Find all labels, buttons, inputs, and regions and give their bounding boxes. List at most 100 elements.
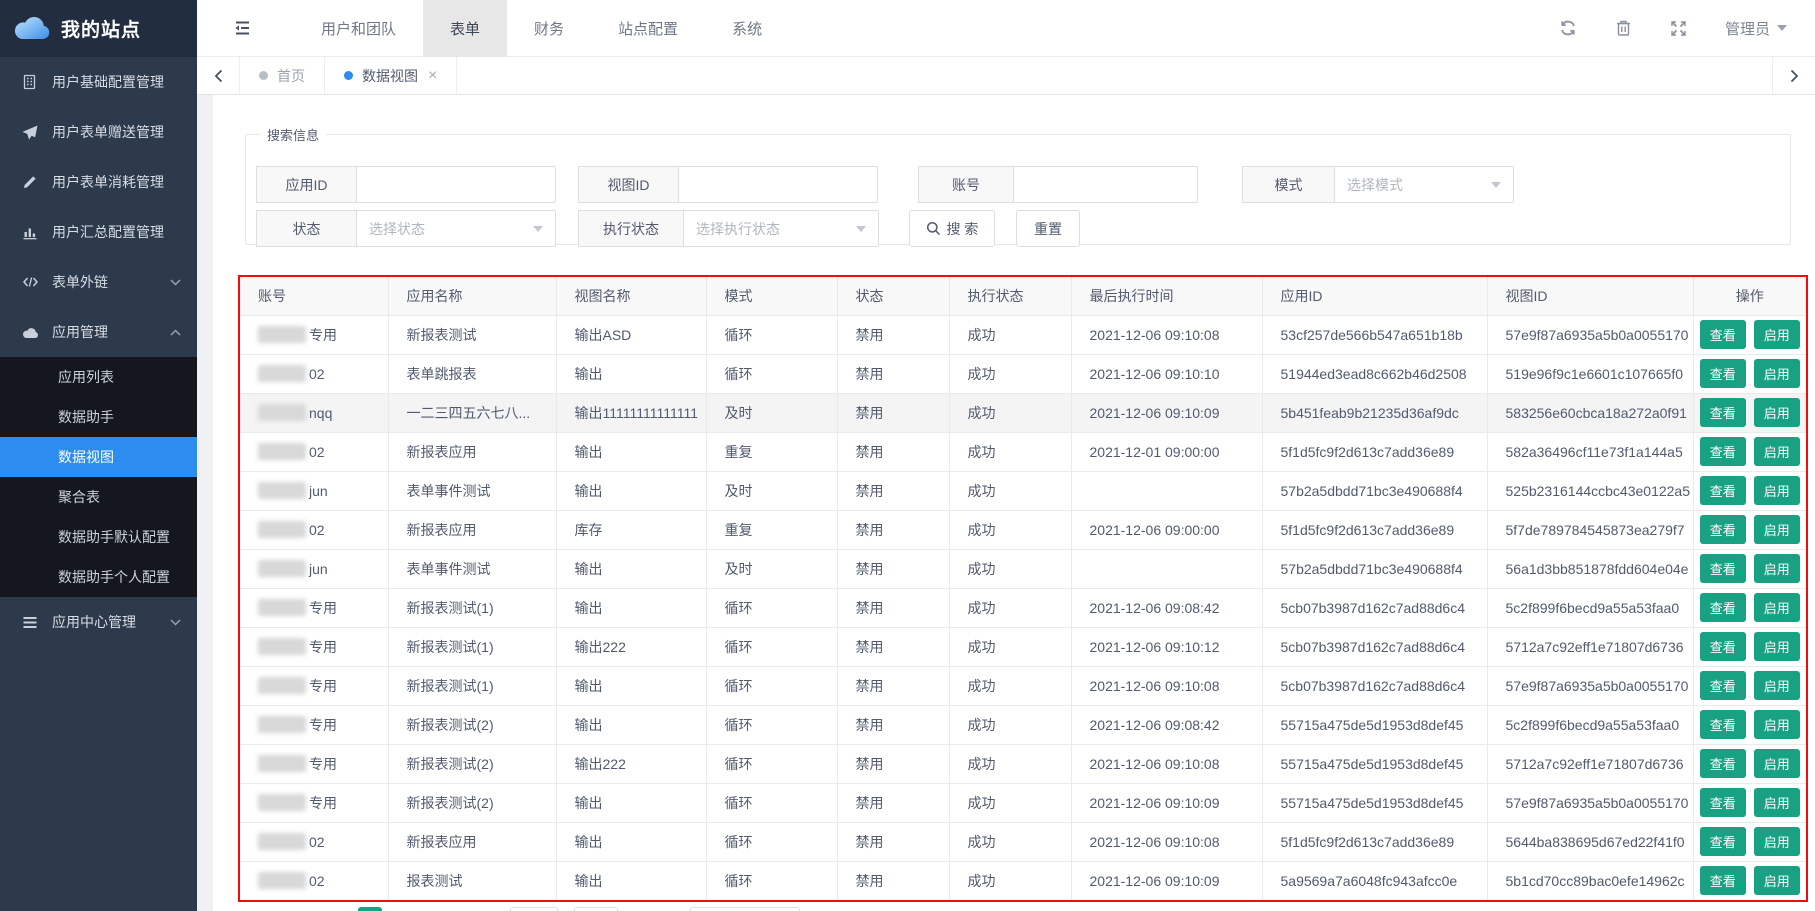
pagination (238, 907, 1808, 911)
sidebar-item[interactable]: 应用管理 (0, 307, 197, 357)
mode-select[interactable]: 选择模式 (1334, 166, 1514, 203)
cloud-icon (22, 324, 40, 340)
page-tab[interactable]: 数据视图× (325, 57, 457, 94)
table-cell: 新报表测试(2) (388, 705, 556, 744)
reset-button[interactable]: 重置 (1016, 210, 1080, 247)
sidebar-item[interactable]: 应用中心管理 (0, 597, 197, 647)
sidebar-subitem[interactable]: 数据视图 (0, 437, 197, 477)
enable-button[interactable]: 启用 (1754, 398, 1800, 427)
account-suffix: jun (309, 483, 328, 499)
view-button[interactable]: 查看 (1700, 398, 1746, 427)
view-button[interactable]: 查看 (1700, 827, 1746, 856)
table-cell: 重复 (706, 510, 837, 549)
redacted-account (258, 794, 306, 811)
enable-button[interactable]: 启用 (1754, 866, 1800, 895)
enable-button[interactable]: 启用 (1754, 320, 1800, 349)
exec-status-select[interactable]: 选择执行状态 (683, 210, 879, 247)
sidebar-subitem[interactable]: 应用列表 (0, 357, 197, 397)
sidebar-item-label: 用户表单消耗管理 (52, 172, 181, 192)
enable-button[interactable]: 启用 (1754, 749, 1800, 778)
enable-button[interactable]: 启用 (1754, 593, 1800, 622)
sidebar-item[interactable]: 用户基础配置管理 (0, 57, 197, 107)
table-cell (1071, 549, 1262, 588)
trash-icon[interactable] (1615, 19, 1632, 37)
top-nav-tab[interactable]: 表单 (423, 0, 507, 57)
enable-button[interactable]: 启用 (1754, 437, 1800, 466)
view-button[interactable]: 查看 (1700, 476, 1746, 505)
fullscreen-icon[interactable] (1670, 20, 1687, 37)
table-cell: 新报表应用 (388, 822, 556, 861)
table-cell: 2021-12-06 09:08:42 (1071, 705, 1262, 744)
search-field-status: 状态选择状态 (256, 210, 556, 247)
content-card: 搜索信息 应用ID视图ID账号模式选择模式 状态选择状态执行状态选择执行状态 搜… (213, 95, 1815, 911)
view-button[interactable]: 查看 (1700, 632, 1746, 661)
top-nav-tab[interactable]: 财务 (507, 0, 591, 57)
view-button[interactable]: 查看 (1700, 437, 1746, 466)
refresh-icon[interactable] (1559, 19, 1577, 37)
view-button[interactable]: 查看 (1700, 593, 1746, 622)
view-button[interactable]: 查看 (1700, 671, 1746, 700)
sidebar-item-label: 表单外链 (52, 272, 158, 292)
view-id-input[interactable] (678, 166, 878, 203)
sidebar-subitem[interactable]: 数据助手默认配置 (0, 517, 197, 557)
enable-button[interactable]: 启用 (1754, 788, 1800, 817)
user-menu[interactable]: 管理员 (1725, 18, 1787, 39)
table-cell: 输出 (556, 549, 706, 588)
view-button[interactable]: 查看 (1700, 320, 1746, 349)
enable-button[interactable]: 启用 (1754, 827, 1800, 856)
table-row: 02表单跳报表输出循环禁用成功2021-12-06 09:10:1051944e… (240, 354, 1806, 393)
view-button[interactable]: 查看 (1700, 788, 1746, 817)
tab-close-icon[interactable]: × (428, 68, 437, 84)
account-cell: 02 (240, 354, 388, 393)
enable-button[interactable]: 启用 (1754, 359, 1800, 388)
site-logo: 我的站点 (0, 0, 197, 57)
enable-button[interactable]: 启用 (1754, 476, 1800, 505)
table-cell: 57b2a5dbdd71bc3e490688f4 (1262, 549, 1487, 588)
view-button[interactable]: 查看 (1700, 515, 1746, 544)
table-cell: 表单事件测试 (388, 549, 556, 588)
table-cell: 新报表应用 (388, 432, 556, 471)
sidebar-subitem[interactable]: 数据助手 (0, 397, 197, 437)
pagination-active-page[interactable] (358, 907, 382, 911)
view-button[interactable]: 查看 (1700, 866, 1746, 895)
view-button[interactable]: 查看 (1700, 749, 1746, 778)
table-cell: 输出222 (556, 627, 706, 666)
sidebar-item[interactable]: 用户汇总配置管理 (0, 207, 197, 257)
table-cell: 成功 (949, 666, 1071, 705)
view-button[interactable]: 查看 (1700, 554, 1746, 583)
action-cell: 查看启用 (1693, 822, 1806, 861)
account-suffix: 02 (309, 444, 325, 460)
view-button[interactable]: 查看 (1700, 359, 1746, 388)
table-cell: 成功 (949, 861, 1071, 900)
sidebar-subitem[interactable]: 聚合表 (0, 477, 197, 517)
pagination-box[interactable] (510, 907, 558, 911)
top-nav-tab[interactable]: 用户和团队 (294, 0, 423, 57)
top-nav-tab[interactable]: 系统 (705, 0, 789, 57)
sidebar-item[interactable]: 表单外链 (0, 257, 197, 307)
enable-button[interactable]: 启用 (1754, 671, 1800, 700)
table-cell: 禁用 (837, 627, 949, 666)
page-tab[interactable]: 首页 (240, 57, 325, 94)
view-button[interactable]: 查看 (1700, 710, 1746, 739)
enable-button[interactable]: 启用 (1754, 554, 1800, 583)
sidebar-subitem[interactable]: 数据助手个人配置 (0, 557, 197, 597)
pagination-box[interactable] (574, 907, 618, 911)
top-nav-tab[interactable]: 站点配置 (591, 0, 705, 57)
pagination-page-size-select[interactable] (690, 907, 800, 911)
account-cell: 专用 (240, 666, 388, 705)
enable-button[interactable]: 启用 (1754, 515, 1800, 544)
account-suffix: 专用 (309, 795, 337, 811)
search-button[interactable]: 搜 索 (909, 210, 995, 247)
menu-collapse-icon[interactable] (233, 19, 252, 37)
table-cell: 输出11111111111111 (556, 393, 706, 432)
chevron-right-icon[interactable] (1772, 57, 1815, 94)
account-input[interactable] (1013, 166, 1198, 203)
chevron-left-icon[interactable] (197, 57, 240, 94)
account-cell: 02 (240, 861, 388, 900)
sidebar-item[interactable]: 用户表单消耗管理 (0, 157, 197, 207)
enable-button[interactable]: 启用 (1754, 632, 1800, 661)
status-select[interactable]: 选择状态 (356, 210, 556, 247)
enable-button[interactable]: 启用 (1754, 710, 1800, 739)
app-id-input[interactable] (356, 166, 556, 203)
sidebar-item[interactable]: 用户表单赠送管理 (0, 107, 197, 157)
